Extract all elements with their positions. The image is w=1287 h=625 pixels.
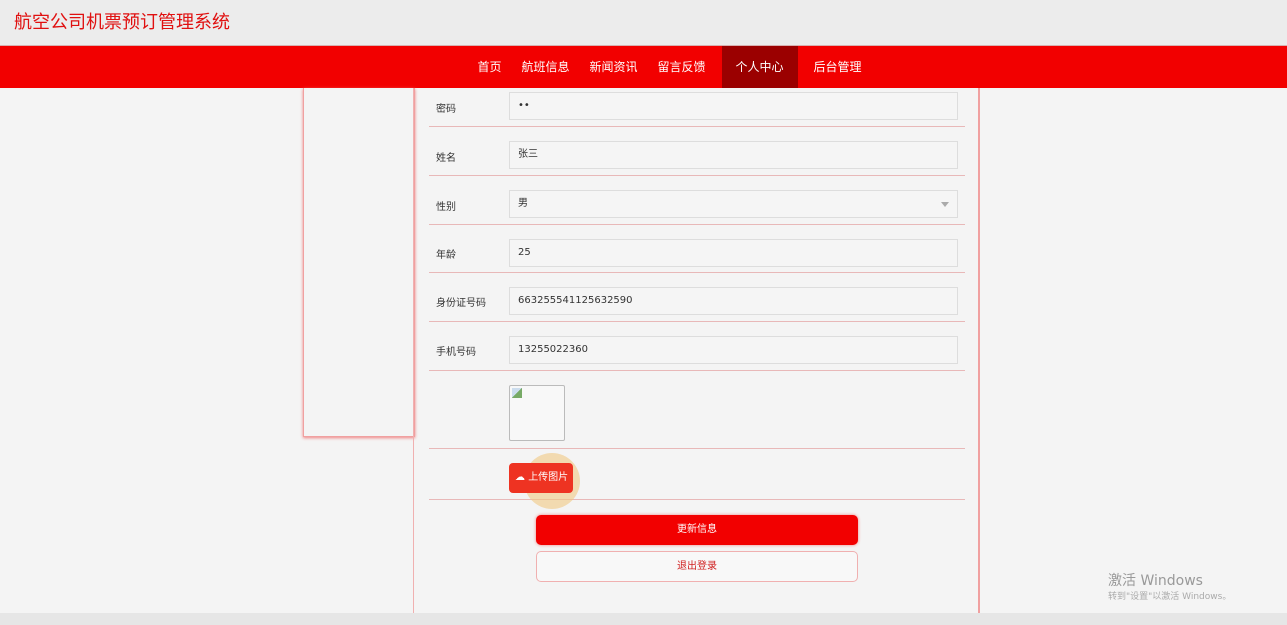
chevron-down-icon [941,202,949,207]
bottom-bar [0,613,1287,625]
password-label: 密码 [436,104,456,115]
windows-activation-hint: 转到"设置"以激活 Windows。 [1108,592,1232,602]
nav-feedback[interactable]: 留言反馈 [648,46,716,88]
gender-value: 男 [518,198,528,209]
row-phone: 手机号码 13255022360 [429,322,965,371]
avatar-image [509,385,565,441]
upload-label: 上传图片 [528,472,569,483]
site-title: 航空公司机票预订管理系统 [14,12,230,33]
idcard-input[interactable]: 663255541125632590 [509,287,958,315]
main-nav: 首页 航班信息 新闻资讯 留言反馈 个人中心 后台管理 [0,46,1287,88]
nav-admin[interactable]: 后台管理 [804,46,872,88]
age-label: 年龄 [436,250,456,261]
row-password: 密码 •• [429,88,965,127]
side-panel [303,88,415,437]
row-idcard: 身份证号码 663255541125632590 [429,273,965,322]
broken-image-icon [512,388,522,398]
nav-personal-center[interactable]: 个人中心 [721,46,798,88]
upload-image-button[interactable]: ☁ 上传图片 [509,463,573,493]
cloud-upload-icon: ☁ [515,472,525,483]
name-input[interactable]: 张三 [509,141,958,169]
phone-label: 手机号码 [436,347,476,358]
header: 航空公司机票预订管理系统 [0,0,1287,46]
name-label: 姓名 [436,153,456,164]
gender-select[interactable]: 男 [509,190,958,218]
password-input[interactable]: •• [509,92,958,120]
nav-home[interactable]: 首页 [467,46,511,88]
row-age: 年龄 25 [429,225,965,273]
idcard-label: 身份证号码 [436,298,486,309]
nav-flights[interactable]: 航班信息 [511,46,579,88]
logout-button[interactable]: 退出登录 [536,551,858,582]
profile-form: 密码 •• 姓名 张三 性别 男 年龄 25 身份证号码 66325554112… [413,88,980,613]
update-info-button[interactable]: 更新信息 [536,515,858,545]
gender-label: 性别 [436,202,456,213]
age-input[interactable]: 25 [509,239,958,267]
nav-news[interactable]: 新闻资讯 [579,46,647,88]
row-name: 姓名 张三 [429,127,965,176]
windows-activation-title: 激活 Windows [1108,573,1203,589]
row-gender: 性别 男 [429,176,965,225]
phone-input[interactable]: 13255022360 [509,336,958,364]
